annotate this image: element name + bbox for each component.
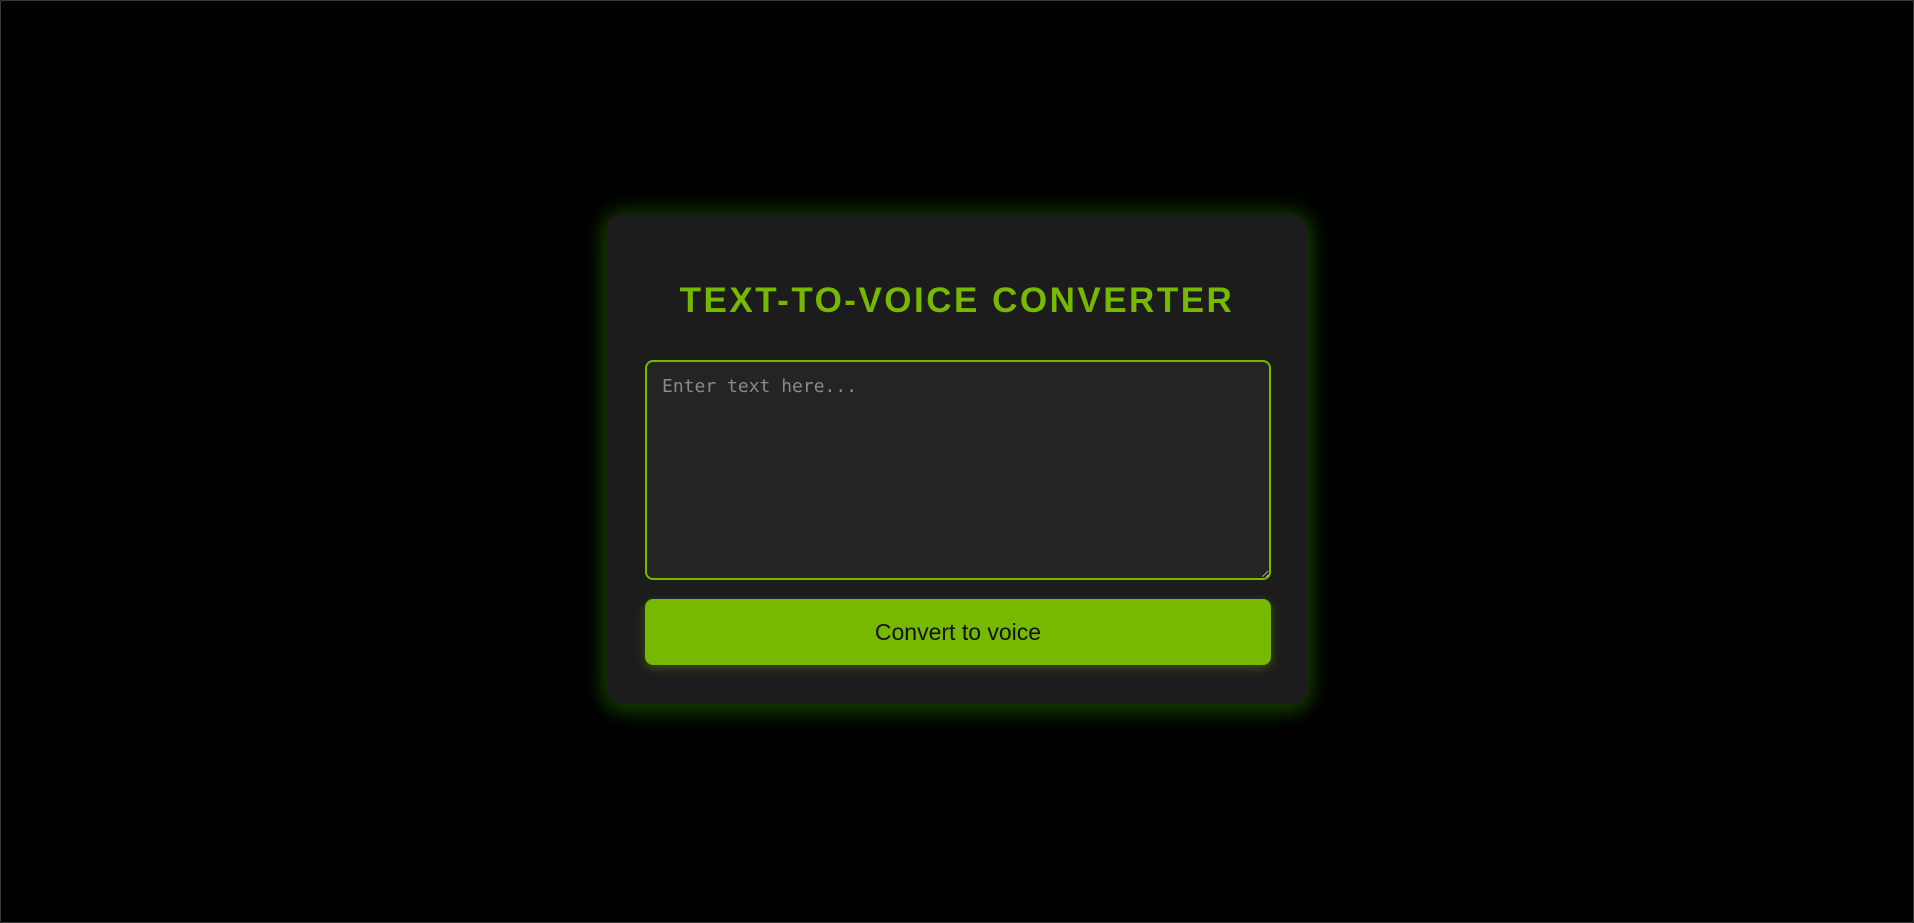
convert-to-voice-button[interactable]: Convert to voice — [645, 599, 1271, 665]
page-frame: TEXT-TO-VOICE CONVERTER Convert to voice — [0, 0, 1914, 923]
converter-card: TEXT-TO-VOICE CONVERTER Convert to voice — [607, 215, 1307, 704]
page-title: TEXT-TO-VOICE CONVERTER — [679, 281, 1235, 320]
text-input[interactable] — [645, 360, 1271, 580]
